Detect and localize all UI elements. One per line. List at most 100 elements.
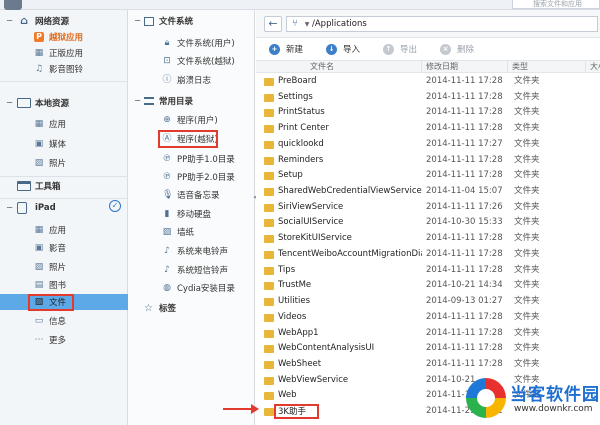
- dir-pp-1[interactable]: ℗ PP助手1.0目录: [128, 151, 255, 167]
- table-row[interactable]: SocialUIService 2014-10-30 15:33 文件夹: [256, 215, 600, 231]
- table-row[interactable]: Reminders 2014-11-11 17:28 文件夹: [256, 153, 600, 169]
- section-common-dirs[interactable]: − 常用目录: [128, 93, 255, 109]
- dir-filesystem-jailbreak[interactable]: ⊡ 文件系统(越狱): [128, 53, 255, 69]
- dir-wallpaper[interactable]: ▨ 墙纸: [128, 224, 255, 240]
- sidebar-section-network[interactable]: − ⌂ 网络资源: [0, 13, 128, 29]
- file-date: 2014-11-11 17:28: [426, 264, 503, 275]
- new-button[interactable]: + 新建: [269, 43, 303, 55]
- table-row[interactable]: TencentWeiboAccountMigrationDia... 2014-1…: [256, 247, 600, 263]
- dir-ringtones[interactable]: ♪ 系统来电铃声: [128, 243, 255, 259]
- file-table: 文件名 修改日期 类型 大小 PreBoard 2014-11-11 17:28 文…: [256, 60, 600, 425]
- film-icon: ▣: [34, 139, 44, 149]
- sidebar-item-official-apps[interactable]: ▦ 正版应用: [0, 45, 128, 61]
- search-input[interactable]: 搜索文件和应用: [512, 0, 600, 9]
- back-button[interactable]: ←: [264, 16, 282, 32]
- avatar[interactable]: [4, 0, 22, 10]
- folder-icon: [264, 313, 274, 322]
- file-type: 文件夹: [514, 154, 540, 165]
- dir-portable-disk[interactable]: ▮ 移动硬盘: [128, 206, 255, 222]
- table-row[interactable]: Utilities 2014-09-13 01:27 文件夹: [256, 294, 600, 310]
- book-icon: ▤: [34, 280, 44, 290]
- sidebar-section-local[interactable]: − 本地资源: [0, 95, 128, 111]
- column-size[interactable]: 大小: [586, 61, 600, 73]
- column-type[interactable]: 类型: [508, 61, 586, 73]
- file-browser: ← ⑂ ▼ /Applications + 新建 ↓ 导入 ↑ 导出 × 删除 …: [223, 10, 600, 425]
- folder-icon: [264, 250, 274, 259]
- table-row[interactable]: WebContentAnalysisUI 2014-11-11 17:28 文件夹: [256, 341, 600, 357]
- file-name: Reminders: [278, 154, 324, 165]
- dir-apps-jailbreak[interactable]: Ⓐ 程序(越狱): [128, 130, 255, 148]
- sidebar-item-jailbreak-apps[interactable]: P 越狱应用: [0, 29, 128, 45]
- sidebar-item-ipad-media[interactable]: ▣ 影音: [0, 240, 128, 256]
- table-row[interactable]: quicklookd 2014-11-11 17:27 文件夹: [256, 137, 600, 153]
- disk-icon: ▮: [164, 209, 170, 219]
- collapse-icon[interactable]: −: [6, 98, 14, 108]
- collapse-icon[interactable]: −: [134, 96, 144, 106]
- chevron-down-icon[interactable]: ▼: [302, 21, 312, 28]
- watermark-url: www.downkr.com: [514, 404, 593, 414]
- sidebar-item-local-photos[interactable]: ▨ 照片: [0, 155, 128, 171]
- delete-button[interactable]: × 删除: [440, 43, 474, 55]
- table-row[interactable]: Tips 2014-11-11 17:28 文件夹: [256, 263, 600, 279]
- section-filesystem[interactable]: − 文件系统: [128, 13, 255, 29]
- path-field[interactable]: ⑂ ▼ /Applications: [286, 16, 598, 32]
- collapse-icon[interactable]: −: [6, 203, 14, 213]
- dir-voice-memos[interactable]: 🎙︎ 语音备忘录: [128, 187, 255, 203]
- sidebar-item-media-ringtones[interactable]: ♫ 影音图铃: [0, 61, 128, 77]
- table-row[interactable]: TrustMe 2014-10-21 14:34 文件夹: [256, 278, 600, 294]
- file-date: 2014-11-11 17:28: [426, 343, 503, 354]
- file-type: 文件夹: [514, 170, 540, 181]
- dir-filesystem-user[interactable]: 🔒︎ 文件系统(用户): [128, 35, 255, 51]
- collapse-icon[interactable]: −: [6, 16, 14, 26]
- import-button[interactable]: ↓ 导入: [326, 43, 360, 55]
- table-row[interactable]: WebSheet 2014-11-11 17:28 文件夹: [256, 357, 600, 373]
- column-name[interactable]: 文件名: [256, 61, 422, 73]
- site-logo-icon: [466, 378, 506, 418]
- table-row[interactable]: PrintStatus 2014-11-11 17:28 文件夹: [256, 105, 600, 121]
- folder-icon: [264, 266, 274, 275]
- dir-pp-2[interactable]: ℗ PP助手2.0目录: [128, 169, 255, 185]
- table-row[interactable]: WebApp1 2014-11-11 17:28 文件夹: [256, 326, 600, 342]
- file-date: 2014-11-11 17:28: [426, 76, 503, 86]
- music-icon: ♫: [34, 64, 44, 74]
- dir-cydia[interactable]: ◍ Cydia安装目录: [128, 280, 255, 296]
- sidebar-item-ipad-apps[interactable]: ▦ 应用: [0, 222, 128, 238]
- table-row[interactable]: Setup 2014-11-11 17:28 文件夹: [256, 168, 600, 184]
- table-row[interactable]: SiriViewService 2014-11-11 17:26 文件夹: [256, 200, 600, 216]
- sidebar-item-ipad-books[interactable]: ▤ 图书: [0, 277, 128, 293]
- table-row[interactable]: StoreKitUIService 2014-11-11 17:28 文件夹: [256, 231, 600, 247]
- dir-apps-user[interactable]: ⊕ 程序(用户): [128, 112, 255, 128]
- connected-check-icon: ✓: [109, 200, 121, 212]
- sidebar-item-ipad-more[interactable]: ⋯ 更多: [0, 332, 128, 348]
- collapse-icon[interactable]: −: [134, 16, 144, 26]
- sidebar-item-local-apps[interactable]: ▦ 应用: [0, 116, 128, 132]
- sidebar-item-label: 正版应用: [49, 49, 84, 59]
- sidebar-item-ipad-photos[interactable]: ▨ 照片: [0, 259, 128, 275]
- sidebar-item-local-media[interactable]: ▣ 媒体: [0, 136, 128, 152]
- sidebar-item-ipad-files[interactable]: ▧ 文件: [0, 294, 128, 311]
- folder-icon: [264, 203, 274, 212]
- column-date[interactable]: 修改日期: [422, 61, 508, 73]
- table-row[interactable]: Settings 2014-11-11 17:28 文件夹: [256, 90, 600, 106]
- sidebar-item-label: 图书: [49, 281, 67, 291]
- dir-label: 移动硬盘: [177, 210, 212, 220]
- table-row[interactable]: Videos 2014-11-11 17:28 文件夹: [256, 310, 600, 326]
- dir-sms-tones[interactable]: ♪ 系统短信铃声: [128, 262, 255, 278]
- pp-icon: ℗: [162, 172, 172, 182]
- export-button[interactable]: ↑ 导出: [383, 43, 417, 55]
- file-type: 文件夹: [514, 358, 540, 369]
- section-bookmarks[interactable]: ☆ 标签: [128, 300, 255, 316]
- file-type: 文件夹: [514, 280, 540, 291]
- dir-label: 文件系统(越狱): [177, 57, 235, 67]
- sidebar-section-toolbox[interactable]: 工具箱: [0, 178, 128, 194]
- file-date: 2014-11-04 15:07: [426, 186, 503, 197]
- file-name: TencentWeiboAccountMigrationDia...: [278, 248, 422, 259]
- monitor-icon: [144, 16, 154, 26]
- table-row[interactable]: SharedWebCredentialViewService 2014-11-04…: [256, 184, 600, 200]
- sidebar-item-ipad-messages[interactable]: ▭ 信息: [0, 313, 128, 329]
- star-icon: ☆: [144, 302, 153, 314]
- dir-crash-logs[interactable]: ⓘ 崩溃日志: [128, 72, 255, 88]
- table-row[interactable]: Print Center 2014-11-11 17:28 文件夹: [256, 121, 600, 137]
- table-row[interactable]: PreBoard 2014-11-11 17:28 文件夹: [256, 74, 600, 90]
- folder-icon: [264, 408, 274, 417]
